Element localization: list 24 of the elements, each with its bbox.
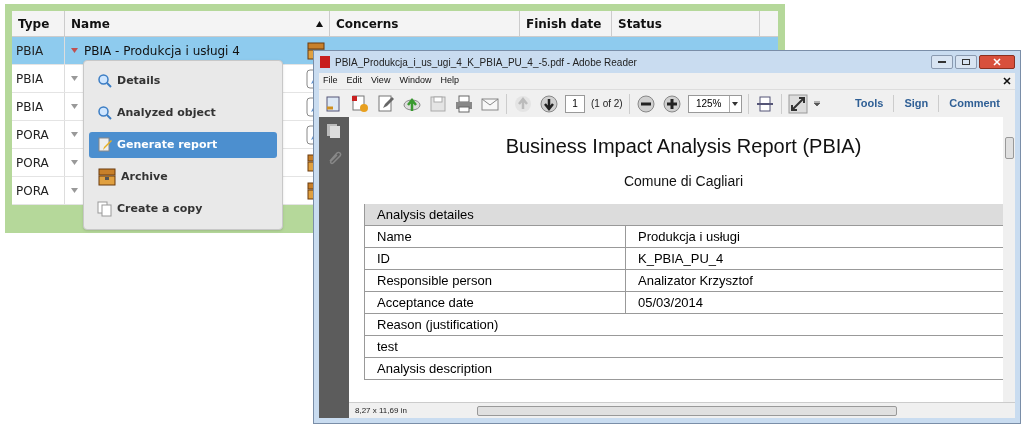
table-cell: Reason (justification) — [365, 314, 1003, 336]
field-value: 05/03/2014 — [637, 293, 705, 312]
field-value: Analizator Krzysztof — [637, 271, 754, 290]
report-title: Business Impact Analysis Report (PBIA) — [505, 134, 862, 159]
type-cell-text: PBIA — [16, 42, 44, 60]
field-label: Responsible person — [365, 270, 626, 291]
field-value: Produkcja i usługi — [637, 227, 741, 246]
type-cell-text: PORA — [16, 154, 49, 172]
name-cell-text: PBIA - Produkcja i usługi 4 — [84, 42, 240, 60]
field-label: Acceptance date — [365, 292, 626, 313]
field-label: Name — [365, 226, 626, 247]
report-subtitle: Comune di Cagliari — [623, 172, 744, 191]
section-header: Analysis detailes — [365, 204, 1003, 226]
table-cell: test — [365, 336, 1003, 358]
type-cell-text: PORA — [16, 182, 49, 200]
page-size-label: 8,27 x 11,69 in — [354, 404, 408, 417]
field-label: ID — [365, 248, 626, 269]
type-cell-text: PBIA — [16, 98, 44, 116]
type-cell-text: PBIA — [16, 70, 44, 88]
window-title: PBIA_Produkcja_i_us_ugi_4_K_PBIA_PU_4_-5.pdf - Adobe Reader — [335, 55, 637, 70]
type-cell-text: PORA — [16, 126, 49, 144]
field-value: K_PBIA_PU_4 — [637, 249, 725, 268]
page-count: (1 of 2) — [591, 97, 623, 111]
table-cell: Analysis description — [365, 358, 1003, 380]
